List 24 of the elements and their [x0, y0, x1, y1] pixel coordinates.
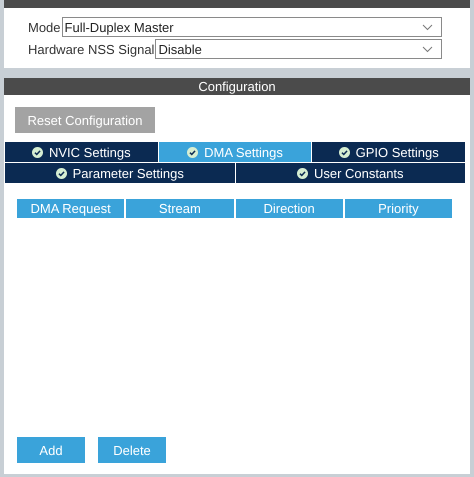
reset-configuration-button[interactable]: Reset Configuration: [15, 107, 155, 133]
field-label: Mode: [28, 20, 61, 34]
check-icon: [56, 168, 67, 178]
check-icon: [32, 146, 43, 158]
dropdown[interactable]: Disable: [155, 39, 442, 59]
column-header[interactable]: Priority: [344, 199, 452, 218]
section-header: Configuration: [4, 78, 470, 95]
dropdown[interactable]: Full-Duplex Master: [62, 17, 442, 37]
check-icon: [296, 168, 308, 178]
tab[interactable]: DMA Settings: [158, 142, 312, 162]
column-header[interactable]: Stream: [126, 199, 234, 218]
chevron-down-icon: [422, 24, 433, 30]
check-icon: [187, 146, 198, 158]
chevron-down-icon: [422, 46, 433, 52]
tab[interactable]: User Constants: [236, 163, 465, 183]
check-icon: [338, 146, 350, 158]
add-button[interactable]: Add: [17, 437, 85, 463]
field-label: Hardware NSS Signal: [28, 42, 154, 56]
column-header[interactable]: Direction: [236, 199, 343, 218]
column-header[interactable]: DMA Request: [17, 199, 124, 218]
tab[interactable]: GPIO Settings: [312, 142, 466, 162]
tab[interactable]: NVIC Settings: [5, 142, 159, 162]
delete-button[interactable]: Delete: [98, 437, 166, 463]
tab[interactable]: Parameter Settings: [5, 163, 236, 183]
